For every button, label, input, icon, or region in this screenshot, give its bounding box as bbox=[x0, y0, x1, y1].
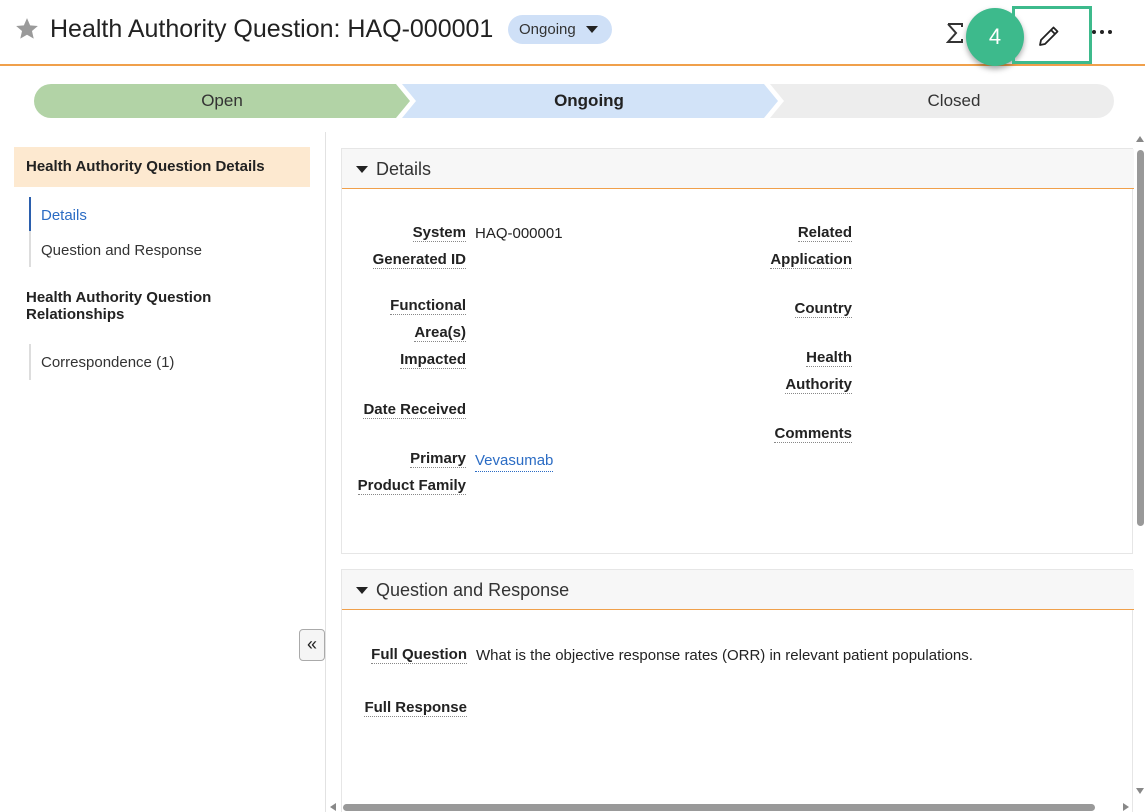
star-icon[interactable] bbox=[14, 16, 40, 42]
scroll-right-icon[interactable] bbox=[1123, 803, 1129, 811]
scroll-left-icon[interactable] bbox=[330, 803, 336, 811]
scroll-up-icon[interactable] bbox=[1136, 136, 1144, 142]
vertical-scrollbar[interactable] bbox=[1135, 132, 1145, 804]
nav-divider bbox=[29, 344, 31, 380]
qa-section-header[interactable]: Question and Response bbox=[342, 570, 1134, 610]
details-section-title: Details bbox=[376, 159, 432, 179]
caret-down-icon bbox=[356, 166, 368, 173]
pencil-icon[interactable] bbox=[1037, 24, 1061, 48]
caret-down-icon bbox=[356, 587, 368, 594]
full-response-label: Full Response bbox=[364, 699, 467, 717]
details-section-header[interactable]: Details bbox=[342, 149, 1134, 189]
nav-divider bbox=[29, 231, 31, 267]
nav-item-details[interactable]: Details bbox=[41, 207, 87, 224]
health-authority-label: Health Authority bbox=[785, 349, 852, 394]
nav-group-details[interactable]: Health Authority Question Details bbox=[14, 147, 310, 187]
stage-closed[interactable]: Closed bbox=[774, 84, 1134, 118]
collapse-nav-button[interactable]: « bbox=[299, 629, 325, 661]
system-id-label: System Generated ID bbox=[372, 224, 466, 269]
full-question-label: Full Question bbox=[371, 646, 467, 664]
country-label: Country bbox=[794, 300, 852, 318]
horizontal-scroll-thumb[interactable] bbox=[343, 804, 1095, 811]
more-icon[interactable] bbox=[1092, 30, 1114, 38]
lifecycle-path: Open Ongoing Closed bbox=[34, 84, 1114, 118]
stage-open[interactable]: Open bbox=[34, 84, 410, 118]
chevron-down-icon bbox=[585, 26, 598, 33]
state-label: Ongoing bbox=[519, 21, 576, 38]
scroll-down-icon[interactable] bbox=[1136, 788, 1144, 794]
horizontal-scrollbar[interactable] bbox=[327, 802, 1145, 812]
date-received-label: Date Received bbox=[363, 401, 466, 419]
system-id-value: HAQ-000001 bbox=[475, 225, 563, 242]
qa-section-title: Question and Response bbox=[376, 580, 570, 600]
full-question-value: What is the objective response rates (OR… bbox=[476, 647, 973, 664]
section-nav: Health Authority Question Details Detail… bbox=[0, 132, 326, 812]
nav-active-indicator bbox=[29, 197, 31, 231]
details-section: Details System Generated ID HAQ-000001 F… bbox=[341, 148, 1134, 554]
state-dropdown[interactable]: Ongoing bbox=[508, 15, 612, 44]
stage-ongoing[interactable]: Ongoing bbox=[406, 84, 772, 118]
nav-item-question-response[interactable]: Question and Response bbox=[41, 242, 202, 259]
question-response-section: Question and Response Full Question What… bbox=[341, 569, 1134, 812]
page-title: Health Authority Question: HAQ-000001 bbox=[50, 15, 494, 43]
related-application-label: Related Application bbox=[770, 224, 852, 269]
sigma-icon[interactable] bbox=[946, 22, 966, 44]
primary-product-label: Primary Product Family bbox=[357, 450, 466, 495]
record-header: Health Authority Question: HAQ-000001 On… bbox=[0, 0, 1145, 66]
vertical-scroll-thumb[interactable] bbox=[1137, 150, 1144, 526]
nav-group-relationships[interactable]: Health Authority Question Relationships bbox=[26, 289, 286, 323]
functional-area-label: Functional Area(s) Impacted bbox=[390, 297, 466, 369]
nav-item-correspondence[interactable]: Correspondence (1) bbox=[41, 354, 174, 371]
primary-product-link[interactable]: Vevasumab bbox=[475, 451, 554, 472]
record-detail: Details System Generated ID HAQ-000001 F… bbox=[327, 132, 1145, 812]
comments-label: Comments bbox=[774, 425, 852, 443]
